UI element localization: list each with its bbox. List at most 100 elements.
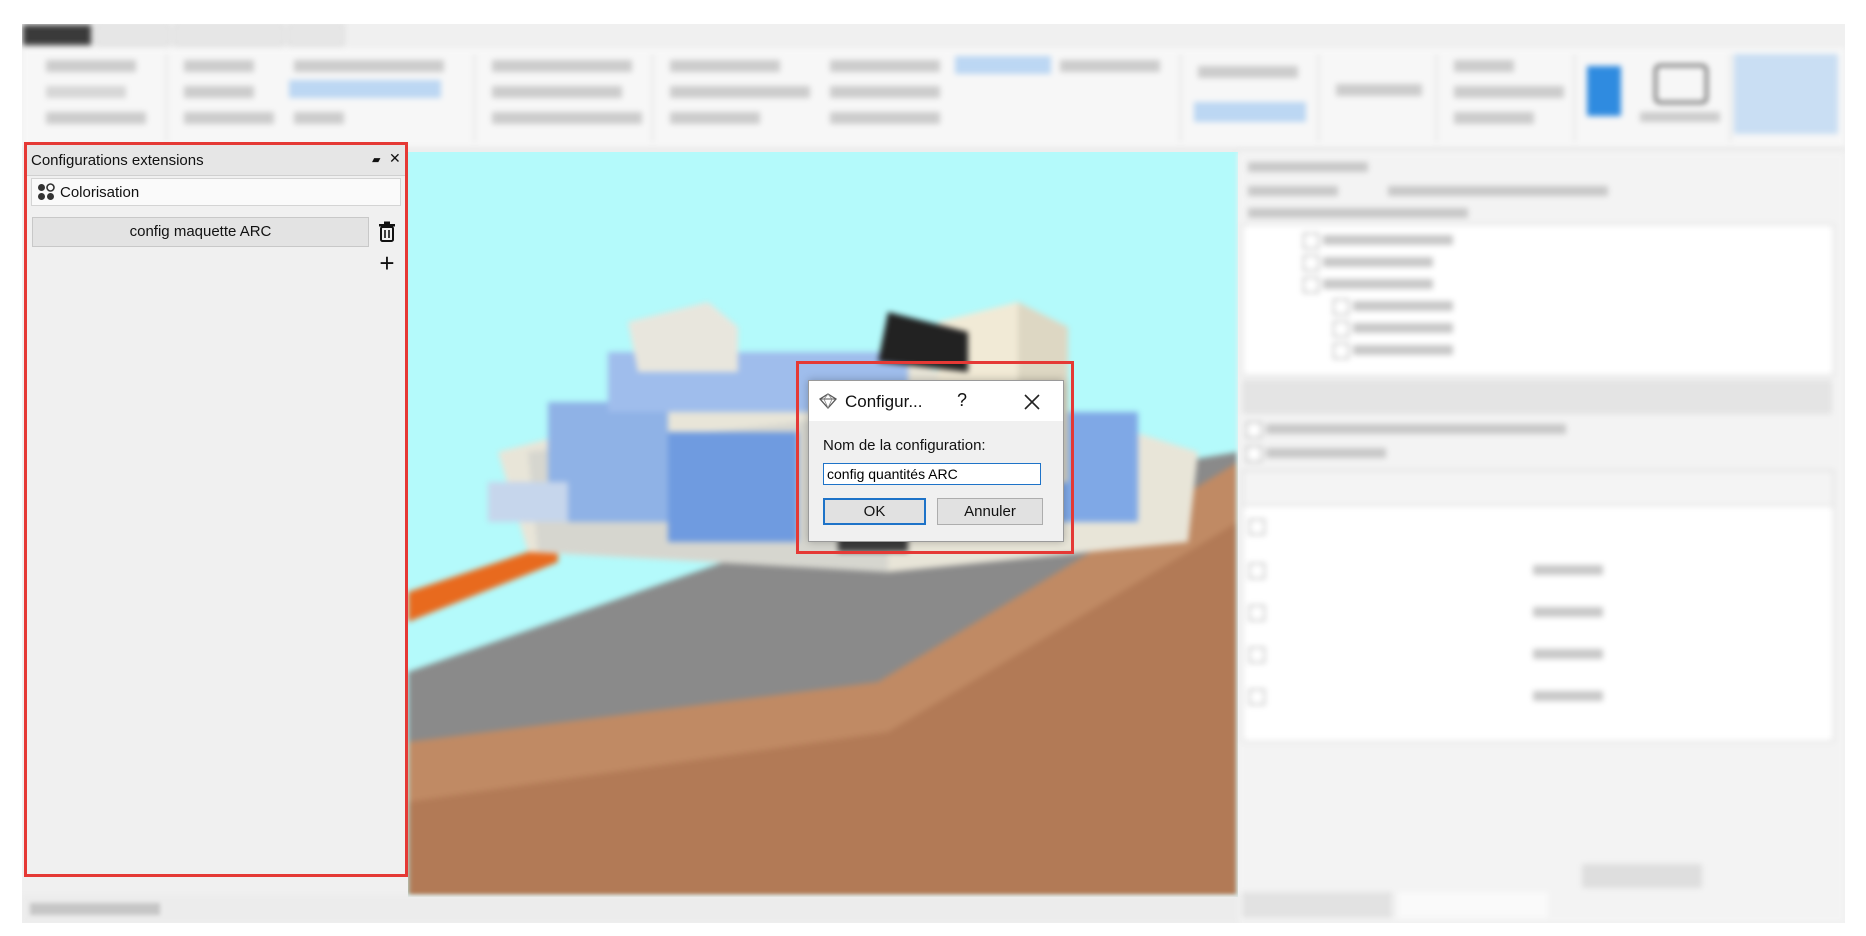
configuration-name-input[interactable] <box>823 463 1041 485</box>
ribbon-tab[interactable] <box>22 24 92 46</box>
ribbon-button[interactable] <box>830 112 940 124</box>
configuration-item-button[interactable]: config maquette ARC <box>32 217 369 247</box>
ribbon-button[interactable] <box>184 86 254 98</box>
bottom-tab[interactable] <box>1242 892 1392 918</box>
trash-icon[interactable] <box>377 221 397 243</box>
configuration-name-dialog: Configur... ? Nom de la configuration: O… <box>808 380 1064 542</box>
dialog-title: Configur... <box>845 392 923 411</box>
ribbon-button[interactable] <box>1198 66 1298 78</box>
viewer-watermark <box>1058 802 1064 828</box>
table-cell <box>1533 691 1603 701</box>
tree-item <box>1323 235 1453 245</box>
ribbon-button[interactable] <box>670 112 760 124</box>
configurations-extensions-panel: Configurations extensions ▰ ✕ Colorisati… <box>24 142 408 877</box>
ribbon-button[interactable] <box>1454 112 1534 124</box>
tree-checkbox[interactable] <box>1303 277 1319 293</box>
panel-header: Configurations extensions ▰ ✕ <box>27 145 405 176</box>
table-row[interactable] <box>1249 519 1265 535</box>
ribbon-button[interactable] <box>492 112 642 124</box>
app-logo-icon[interactable] <box>1587 66 1621 116</box>
ribbon-group <box>482 54 653 142</box>
float-panel-button[interactable]: ▰ <box>372 153 380 166</box>
option-label <box>1266 424 1566 434</box>
tree-item <box>1353 301 1453 311</box>
ribbon-button[interactable] <box>670 60 780 72</box>
tree-checkbox[interactable] <box>1333 343 1349 359</box>
table-header <box>1243 471 1833 506</box>
diamond-icon <box>819 393 837 409</box>
bottom-tab[interactable] <box>30 903 160 915</box>
tree-checkbox[interactable] <box>1333 299 1349 315</box>
panel-title <box>1248 162 1368 172</box>
field-label <box>1248 208 1468 218</box>
extension-selector[interactable]: Colorisation <box>31 178 401 206</box>
field-value <box>1388 186 1608 196</box>
ribbon-tab[interactable] <box>288 24 344 46</box>
ribbon-button[interactable] <box>1336 84 1422 96</box>
ribbon-button[interactable] <box>184 112 274 124</box>
ribbon-button-configurations[interactable] <box>1734 54 1838 134</box>
ribbon-button-label <box>1640 112 1720 122</box>
ribbon-button[interactable] <box>1454 60 1514 72</box>
table-row[interactable] <box>1249 647 1265 663</box>
ribbon-button[interactable] <box>46 60 136 72</box>
table-cell <box>1533 565 1603 575</box>
ribbon-group <box>1326 54 1437 142</box>
properties-tree[interactable] <box>1242 224 1834 376</box>
export-properties-panel <box>1238 152 1845 923</box>
table-cell <box>1533 607 1603 617</box>
help-button[interactable]: ? <box>957 390 967 411</box>
add-configuration-button[interactable]: + <box>377 250 397 276</box>
close-panel-button[interactable]: ✕ <box>389 150 401 167</box>
tree-checkbox[interactable] <box>1303 255 1319 271</box>
ribbon-button[interactable] <box>492 60 632 72</box>
tree-item <box>1353 323 1453 333</box>
ribbon-button[interactable] <box>46 112 146 124</box>
table-row[interactable] <box>1249 605 1265 621</box>
close-icon[interactable] <box>1020 390 1044 414</box>
ribbon-group <box>660 54 1181 142</box>
export-button[interactable] <box>1582 864 1702 888</box>
ribbon-group <box>174 54 475 142</box>
colorisation-icon <box>38 183 55 200</box>
table-row[interactable] <box>1249 563 1265 579</box>
option-checkbox[interactable] <box>1246 422 1262 438</box>
ribbon-group <box>1634 54 1731 142</box>
ribbon-button[interactable] <box>670 86 810 98</box>
ribbon-button[interactable] <box>294 60 444 72</box>
ribbon-tab[interactable] <box>96 24 170 46</box>
bottom-tab[interactable] <box>1398 892 1548 918</box>
ribbon-group <box>36 54 167 142</box>
ribbon-dropdown[interactable] <box>1060 60 1160 72</box>
ribbon-button-colorisation[interactable] <box>1194 102 1306 122</box>
ribbon-tab[interactable] <box>174 24 284 46</box>
option-checkbox[interactable] <box>1246 446 1262 462</box>
ribbon-button[interactable] <box>492 86 622 98</box>
bottom-tab-bar <box>22 895 1238 923</box>
ribbon-button[interactable] <box>46 86 126 98</box>
ribbon-group <box>1444 54 1575 142</box>
dialog-titlebar: Configur... ? <box>809 381 1063 421</box>
ribbon-button[interactable] <box>294 112 344 124</box>
tree-item <box>1353 345 1453 355</box>
tree-checkbox[interactable] <box>1303 233 1319 249</box>
ribbon-group <box>1188 54 1319 142</box>
results-table[interactable] <box>1242 470 1834 742</box>
window-icon[interactable] <box>1654 64 1708 104</box>
tree-checkbox[interactable] <box>1333 321 1349 337</box>
ribbon-button-export-properties[interactable] <box>289 80 441 98</box>
ok-button[interactable]: OK <box>823 498 926 525</box>
ribbon-button[interactable] <box>955 56 1051 74</box>
tree-toolbar <box>1242 380 1832 414</box>
configuration-name-label: Nom de la configuration: <box>823 437 986 454</box>
ribbon-button[interactable] <box>184 60 254 72</box>
tree-item <box>1323 257 1433 267</box>
ribbon-button[interactable] <box>830 86 940 98</box>
ribbon-button[interactable] <box>1454 86 1564 98</box>
tree-item <box>1323 279 1433 289</box>
table-row[interactable] <box>1249 689 1265 705</box>
table-cell <box>1533 649 1603 659</box>
cancel-button[interactable]: Annuler <box>937 498 1043 525</box>
ribbon-button[interactable] <box>830 60 940 72</box>
ribbon-tabs <box>22 24 348 46</box>
